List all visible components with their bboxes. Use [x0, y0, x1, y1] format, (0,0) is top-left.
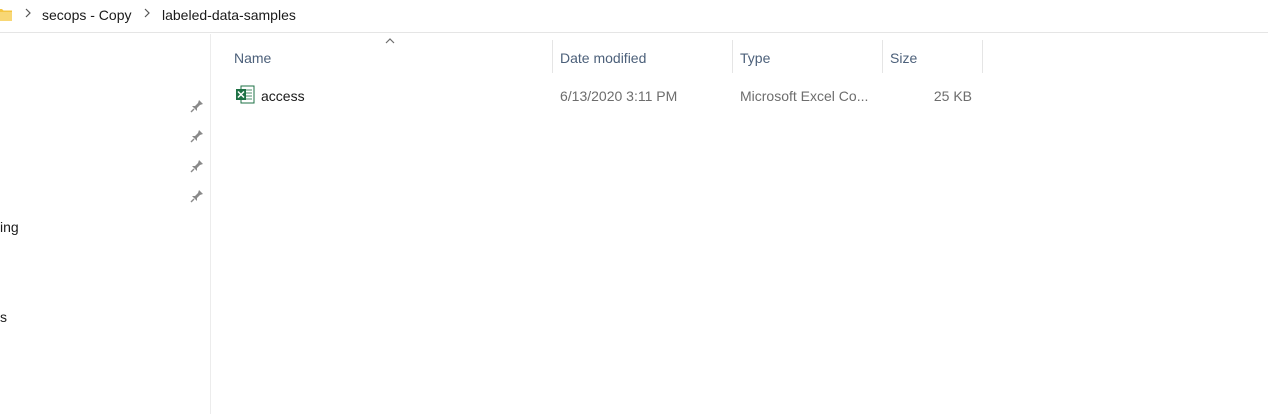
pin-icon[interactable] [189, 128, 205, 144]
column-header-size[interactable]: Size [883, 40, 982, 74]
pin-icon[interactable] [189, 188, 205, 204]
column-header-name[interactable]: Name [226, 40, 552, 74]
chevron-right-icon[interactable] [142, 6, 152, 20]
chevron-right-icon[interactable] [23, 6, 33, 20]
column-header-type[interactable]: Type [733, 40, 882, 74]
column-header-size-label: Size [890, 50, 918, 66]
nav-item-label[interactable]: s [0, 308, 7, 326]
column-header-type-label: Type [740, 50, 771, 66]
file-name[interactable]: access [261, 87, 305, 105]
file-type: Microsoft Excel Co... [740, 88, 869, 104]
file-row[interactable]: access 6/13/2020 3:11 PM Microsoft Excel… [226, 82, 986, 110]
column-divider[interactable] [982, 40, 983, 73]
nav-item-label[interactable]: ing [0, 218, 19, 236]
column-header-date-modified-label: Date modified [560, 50, 647, 66]
pin-icon[interactable] [189, 98, 205, 114]
breadcrumb-item-secops-copy[interactable]: secops - Copy [42, 6, 131, 24]
file-size: 25 KB [933, 88, 972, 104]
navigation-pane: ing s [0, 34, 211, 414]
address-bar[interactable]: secops - Copy labeled-data-samples [0, 0, 1268, 33]
file-date-modified: 6/13/2020 3:11 PM [560, 88, 678, 104]
column-header-date-modified[interactable]: Date modified [553, 40, 732, 74]
pin-icon[interactable] [189, 158, 205, 174]
column-header-name-label: Name [234, 50, 272, 66]
excel-file-icon [236, 85, 255, 104]
breadcrumb-item-labeled-data-samples[interactable]: labeled-data-samples [162, 6, 296, 24]
folder-icon [0, 9, 12, 21]
